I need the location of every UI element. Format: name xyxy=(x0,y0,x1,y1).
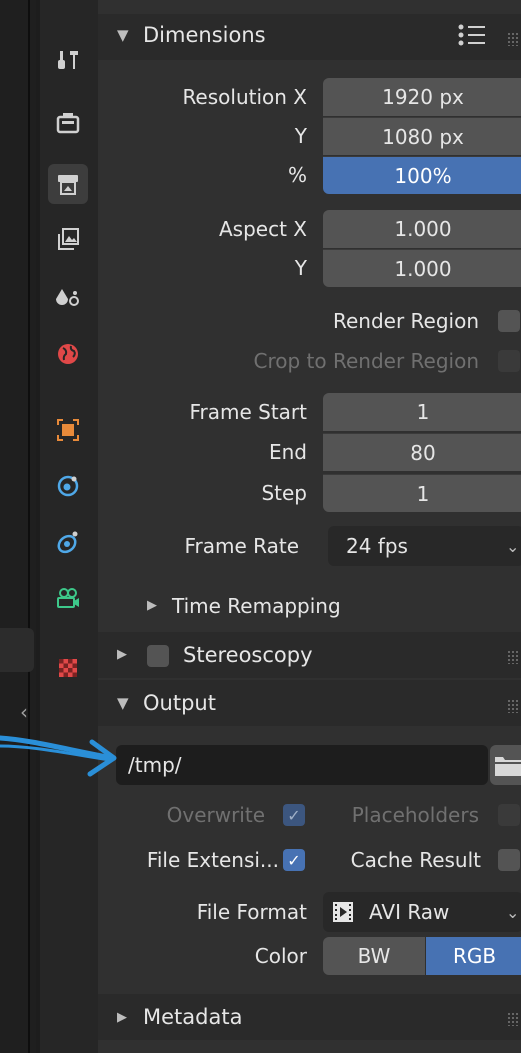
overwrite-label: Overwrite xyxy=(166,803,265,827)
frame-rate-label: Frame Rate xyxy=(184,534,299,558)
folder-browse-button[interactable] xyxy=(490,745,521,785)
dimensions-title: Dimensions xyxy=(143,23,266,47)
metadata-drag-grip[interactable] xyxy=(507,1012,519,1026)
tab-world[interactable] xyxy=(48,334,88,374)
color-bw-option[interactable]: BW xyxy=(323,937,425,975)
dimensions-collapse-icon[interactable]: ▼ xyxy=(117,26,129,44)
frame-step-label: Step xyxy=(261,481,307,505)
stereoscopy-expand-icon[interactable]: ▶ xyxy=(117,647,127,662)
resolution-y-label: Y xyxy=(294,124,307,148)
aspect-y-label: Y xyxy=(294,256,307,280)
tab-tool[interactable] xyxy=(48,40,88,80)
color-rgb-option[interactable]: RGB xyxy=(426,937,521,975)
color-label: Color xyxy=(254,944,307,968)
placeholders-label: Placeholders xyxy=(351,803,479,827)
file-format-dropdown[interactable]: AVI Raw ⌄ xyxy=(323,892,521,932)
time-remapping-subpanel[interactable]: Time Remapping xyxy=(172,594,341,618)
constraints-icon xyxy=(57,531,78,554)
frame-step-field[interactable]: 1 xyxy=(323,474,521,512)
resolution-percent-slider[interactable]: 100% xyxy=(323,156,521,194)
tab-physics[interactable] xyxy=(48,466,88,506)
stereoscopy-title: Stereoscopy xyxy=(183,643,313,667)
frame-rate-dropdown[interactable]: 24 fps ⌄ xyxy=(328,526,521,566)
frame-rate-value: 24 fps xyxy=(346,534,408,558)
cache-result-checkbox[interactable] xyxy=(498,849,520,871)
object-icon xyxy=(57,419,79,441)
annotation-arrow xyxy=(0,735,117,777)
resolution-percent-label: % xyxy=(287,163,307,187)
tab-render[interactable] xyxy=(48,102,88,142)
view-layer-icon xyxy=(58,228,79,250)
placeholders-checkbox[interactable] xyxy=(498,804,520,826)
overwrite-checkbox[interactable]: ✓ xyxy=(283,804,305,826)
crop-render-region-checkbox[interactable] xyxy=(498,350,520,372)
file-extensions-checkbox[interactable]: ✓ xyxy=(283,849,305,871)
resolution-x-label: Resolution X xyxy=(182,85,307,109)
object-data-camera-icon xyxy=(57,588,79,608)
film-icon xyxy=(333,902,353,922)
output-path-value: /tmp/ xyxy=(128,753,182,777)
tab-output[interactable] xyxy=(48,164,88,204)
output-title: Output xyxy=(143,691,216,715)
collapse-arrow-icon[interactable]: ‹ xyxy=(20,700,28,724)
tab-view-layer[interactable] xyxy=(48,219,88,259)
output-path-input[interactable]: /tmp/ xyxy=(116,745,488,785)
editor-edge xyxy=(0,0,36,1053)
texture-icon xyxy=(59,659,77,677)
tab-object[interactable] xyxy=(48,410,88,450)
metadata-expand-icon[interactable]: ▶ xyxy=(117,1010,127,1025)
frame-start-label: Frame Start xyxy=(189,400,307,424)
stereoscopy-checkbox[interactable] xyxy=(147,645,169,667)
resolution-x-field[interactable]: 1920 px xyxy=(323,78,521,116)
aspect-y-field[interactable]: 1.000 xyxy=(323,249,521,287)
file-format-label: File Format xyxy=(196,900,307,924)
metadata-title: Metadata xyxy=(143,1005,243,1029)
frame-start-field[interactable]: 1 xyxy=(323,393,521,431)
tab-texture[interactable] xyxy=(48,648,88,688)
tab-constraints[interactable] xyxy=(48,522,88,562)
frame-end-label: End xyxy=(268,440,307,464)
scene-icon xyxy=(56,289,79,306)
dimensions-drag-grip[interactable] xyxy=(507,32,519,46)
presets-list-icon[interactable] xyxy=(457,22,489,52)
sidebar-toggle-tab[interactable] xyxy=(0,628,34,672)
file-extensions-label: File Extensi... xyxy=(146,848,279,872)
output-drag-grip[interactable] xyxy=(507,699,519,713)
render-region-checkbox[interactable] xyxy=(498,310,520,332)
cache-result-label: Cache Result xyxy=(350,848,481,872)
output-icon xyxy=(58,175,78,195)
output-collapse-icon[interactable]: ▼ xyxy=(117,694,129,712)
stereoscopy-drag-grip[interactable] xyxy=(507,650,519,664)
time-remapping-expand-icon[interactable]: ▶ xyxy=(147,598,157,613)
resolution-y-field[interactable]: 1080 px xyxy=(323,117,521,155)
tab-scene[interactable] xyxy=(48,278,88,318)
chevron-down-icon: ⌄ xyxy=(506,536,520,556)
crop-render-region-label: Crop to Render Region xyxy=(253,349,480,373)
frame-end-field[interactable]: 80 xyxy=(323,433,521,471)
folder-icon xyxy=(495,757,521,776)
chevron-down-icon: ⌄ xyxy=(506,902,520,922)
aspect-x-label: Aspect X xyxy=(219,217,307,241)
aspect-x-field[interactable]: 1.000 xyxy=(323,210,521,248)
tab-object-data[interactable] xyxy=(48,578,88,618)
editor-divider[interactable] xyxy=(28,0,30,1053)
physics-icon xyxy=(57,475,79,497)
file-format-value: AVI Raw xyxy=(369,900,450,924)
world-icon xyxy=(58,344,78,364)
tool-icon xyxy=(58,51,78,69)
render-region-label: Render Region xyxy=(332,309,479,333)
render-icon xyxy=(56,113,80,134)
